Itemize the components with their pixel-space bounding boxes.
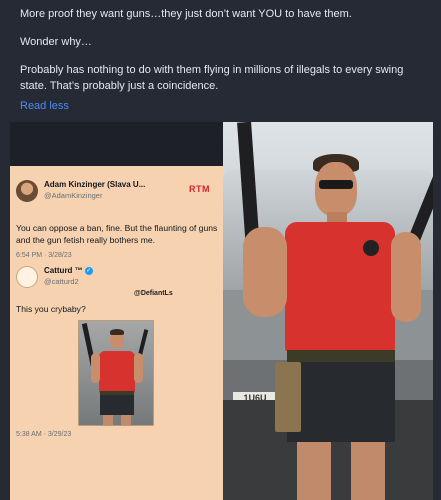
tweet-header-2: Catturd ™ ✓ @catturd2	[16, 266, 216, 292]
avatar	[16, 180, 38, 202]
tweet-author-handle: @AdamKinzinger	[44, 191, 103, 200]
tweet-timestamp-2: 5:38 AM · 3/29/23	[16, 431, 72, 438]
man-with-rifles-photo: 1U6U	[223, 122, 433, 500]
avatar	[16, 266, 38, 288]
tweet-author-handle: @catturd2	[44, 277, 79, 286]
tweet-author-name: Adam Kinzinger (Slava U...	[44, 180, 146, 189]
tweet-photo-thumbnail	[78, 320, 154, 426]
post-text: More proof they want guns…they just don’…	[20, 6, 430, 114]
verified-icon: ✓	[84, 267, 93, 275]
post-line-1: More proof they want guns…they just don’…	[20, 8, 352, 20]
tweet-header-1: Adam Kinzinger (Slava U... @AdamKinzinge…	[16, 180, 216, 208]
tweet-text-2: This you crybaby?	[16, 304, 86, 314]
post-line-2: Wonder why…	[20, 36, 92, 48]
post-media-image[interactable]: Adam Kinzinger (Slava U... @AdamKinzinge…	[10, 122, 433, 500]
read-less-link[interactable]: Read less	[20, 98, 69, 114]
embedded-tweet-card: Adam Kinzinger (Slava U... @AdamKinzinge…	[10, 166, 223, 500]
tweet-timestamp-1: 6:54 PM · 3/28/23	[16, 252, 72, 259]
post-line-3: Probably has nothing to do with them fly…	[20, 64, 404, 92]
tweet-text-1: You can oppose a ban, fine. But the flau…	[16, 223, 218, 245]
rtm-logo: RTM	[189, 184, 210, 194]
tweet-author-name: Catturd ™ ✓	[44, 266, 93, 275]
watermark: @DefiantLs	[134, 290, 173, 297]
